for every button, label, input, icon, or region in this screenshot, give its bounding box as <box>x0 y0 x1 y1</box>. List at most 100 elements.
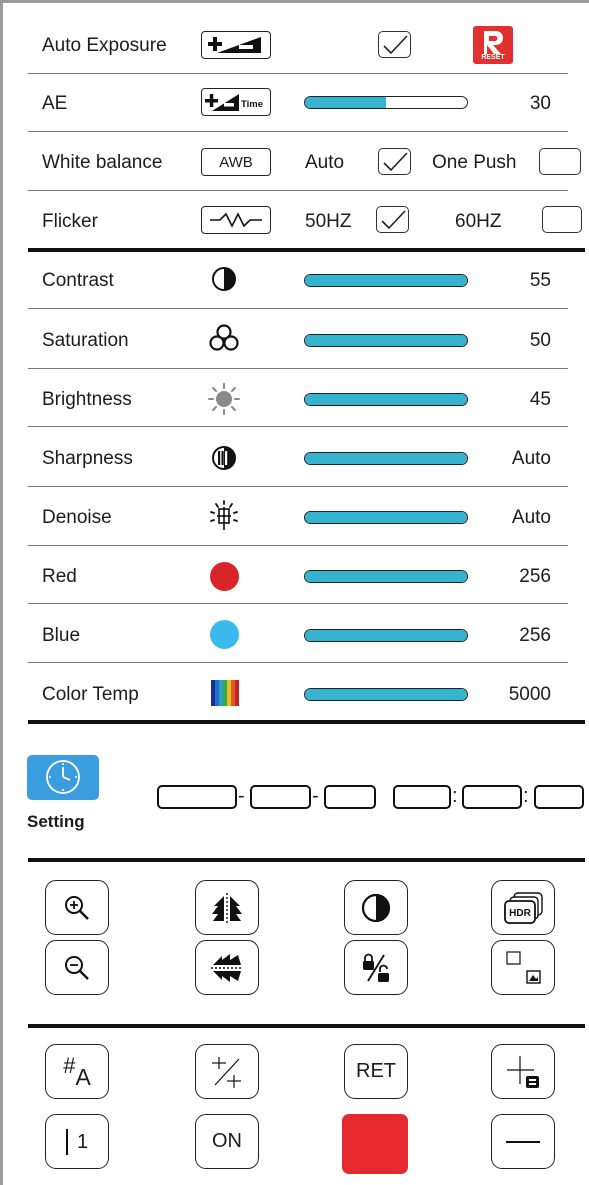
crosshair-pair-icon <box>212 1056 241 1088</box>
one-push-label: One Push <box>432 152 517 173</box>
contrast-label: Contrast <box>42 270 114 291</box>
checkmark-icon <box>381 210 406 230</box>
color-temp-slider[interactable] <box>304 688 468 701</box>
ae-slider[interactable] <box>304 96 468 109</box>
auto-exposure-checkbox[interactable] <box>378 31 411 58</box>
grid-button[interactable]: # A <box>45 1044 109 1099</box>
one-push-checkbox[interactable] <box>539 148 581 175</box>
blue-value: 256 <box>519 625 551 646</box>
wb-auto-label: Auto <box>305 152 345 173</box>
crosshair-pair-button[interactable] <box>195 1044 259 1099</box>
grid-sub-text: A <box>75 1064 91 1090</box>
setting-label: Setting <box>27 812 85 831</box>
time-separator: : <box>452 785 458 807</box>
setting-button[interactable] <box>27 755 99 800</box>
ae-slider-fill <box>305 97 386 108</box>
minute-field[interactable] <box>462 785 522 809</box>
sharpness-slider[interactable] <box>304 452 468 465</box>
line-icon <box>65 1128 68 1155</box>
exposure-time-icon: Time <box>205 94 263 111</box>
divider <box>28 662 568 663</box>
date-separator: - <box>238 785 245 807</box>
denoise-icon <box>210 500 238 530</box>
hdr-icon: HDR <box>504 891 543 924</box>
denoise-value: Auto <box>511 507 551 528</box>
saturation-label: Saturation <box>42 330 129 351</box>
line-number-button[interactable]: 1 <box>45 1114 109 1169</box>
lock-unlock-button[interactable] <box>344 940 408 995</box>
ae-time-button[interactable]: Time <box>201 88 271 116</box>
divider <box>28 426 568 427</box>
section-divider <box>28 858 585 862</box>
color-temp-slider-fill <box>305 689 467 700</box>
blue-dot-icon <box>210 620 239 649</box>
brightness-value: 45 <box>529 389 551 410</box>
contrast-value: 55 <box>529 270 551 291</box>
contrast-slider-fill <box>305 275 467 286</box>
hour-field[interactable] <box>393 785 451 809</box>
on-button[interactable]: ON <box>195 1114 259 1169</box>
ret-button[interactable]: RET <box>344 1044 408 1099</box>
mirror-horizontal-icon <box>212 892 242 923</box>
day-field[interactable] <box>324 785 376 809</box>
saturation-value: 50 <box>529 330 551 351</box>
red-dot-icon <box>210 562 239 591</box>
contrast-slider[interactable] <box>304 274 468 287</box>
clock-icon <box>46 760 80 794</box>
flicker-button[interactable] <box>201 206 271 234</box>
checkmark-icon <box>383 35 408 55</box>
reset-text: RESET <box>481 54 505 61</box>
grid-text: # <box>63 1052 76 1078</box>
red-color-button[interactable] <box>342 1114 408 1174</box>
hz50-label: 50HZ <box>305 211 352 232</box>
auto-exposure-button[interactable] <box>201 31 271 59</box>
section-divider <box>28 1024 585 1028</box>
crosshair-save-icon <box>507 1055 539 1088</box>
color-temp-value: 5000 <box>508 684 551 705</box>
second-field[interactable] <box>534 785 584 809</box>
date-separator: - <box>312 785 319 807</box>
window-frame-top <box>0 0 589 3</box>
crosshair-save-button[interactable] <box>491 1044 555 1099</box>
reset-button[interactable]: RESET <box>473 26 513 64</box>
blue-label: Blue <box>42 625 81 646</box>
brightness-slider[interactable] <box>304 393 468 406</box>
saturation-icon <box>209 324 239 351</box>
denoise-slider-fill <box>305 512 467 523</box>
mirror-horizontal-button[interactable] <box>195 880 259 935</box>
flip-vertical-icon <box>211 953 243 982</box>
hz60-checkbox[interactable] <box>542 206 582 233</box>
divider <box>28 368 568 369</box>
denoise-label: Denoise <box>42 507 112 528</box>
time-separator: : <box>523 785 529 807</box>
divider <box>28 603 568 604</box>
contrast-icon <box>361 893 391 922</box>
hdr-button[interactable]: HDR <box>491 880 555 935</box>
color-temp-icon <box>211 680 239 706</box>
contrast-icon <box>212 267 236 291</box>
contrast-toggle-button[interactable] <box>344 880 408 935</box>
zoom-out-button[interactable] <box>45 940 109 995</box>
saturation-slider[interactable] <box>304 334 468 347</box>
window-frame-left <box>0 0 3 1185</box>
white-balance-label: White balance <box>42 152 163 173</box>
picture-in-picture-button[interactable] <box>491 940 555 995</box>
hdr-text: HDR <box>509 908 531 919</box>
zoom-out-icon <box>65 955 89 980</box>
flicker-label: Flicker <box>42 211 98 232</box>
red-slider[interactable] <box>304 570 468 583</box>
horizontal-line-button[interactable] <box>491 1114 555 1169</box>
wb-auto-checkbox[interactable] <box>378 148 411 175</box>
hz50-checkbox[interactable] <box>376 206 409 233</box>
zoom-in-button[interactable] <box>45 880 109 935</box>
divider <box>28 486 568 487</box>
flip-vertical-button[interactable] <box>195 940 259 995</box>
year-field[interactable] <box>157 785 237 809</box>
divider <box>28 308 568 309</box>
month-field[interactable] <box>250 785 311 809</box>
red-slider-fill <box>305 571 467 582</box>
denoise-slider[interactable] <box>304 511 468 524</box>
blue-slider[interactable] <box>304 629 468 642</box>
divider <box>28 190 568 191</box>
awb-button[interactable]: AWB <box>201 148 271 176</box>
